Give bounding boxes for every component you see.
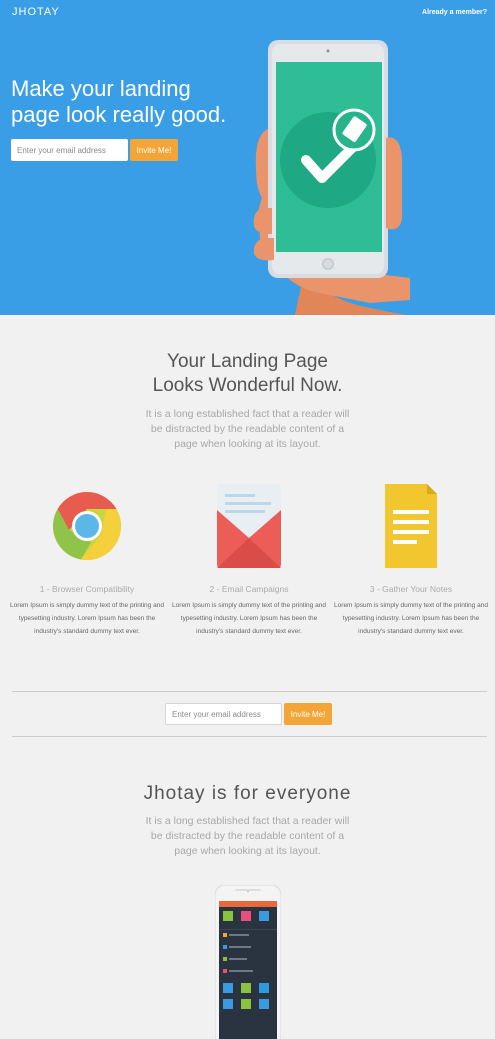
everyone-title: Jhotay is for everyone bbox=[143, 783, 352, 804]
hero-invite-button[interactable]: Invite Me! bbox=[130, 139, 178, 161]
feature-gather-notes: 3 - Gather Your Notes Lorem Ipsum is sim… bbox=[332, 480, 490, 638]
features-lead: It is a long established fact that a rea… bbox=[145, 408, 350, 450]
feature-title: 2 - Email Campaigns bbox=[209, 584, 289, 594]
feature-browser-compatibility: 1 - Browser Compatibility Lorem Ipsum is… bbox=[8, 480, 166, 638]
everyone-lead: It is a long established fact that a rea… bbox=[145, 815, 350, 857]
features-title-line2: Looks Wonderful Now. bbox=[152, 375, 343, 396]
feature-text: Lorem Ipsum is simply dummy text of the … bbox=[172, 602, 326, 635]
hero-email-input[interactable] bbox=[11, 139, 128, 161]
features-title-line1: Your Landing Page bbox=[167, 351, 328, 372]
mid-signup-form: Invite Me! bbox=[165, 703, 332, 725]
notes-icon bbox=[385, 484, 437, 568]
brand-logo[interactable]: JHOTAY bbox=[12, 6, 60, 18]
hand-phone-illustration bbox=[253, 40, 410, 315]
feature-title: 1 - Browser Compatibility bbox=[39, 584, 135, 594]
divider bbox=[12, 736, 487, 737]
phone-mockup-illustration bbox=[215, 885, 281, 1039]
email-icon bbox=[217, 484, 281, 568]
feature-title: 3 - Gather Your Notes bbox=[369, 584, 453, 594]
feature-text: Lorem Ipsum is simply dummy text of the … bbox=[334, 602, 488, 635]
divider bbox=[12, 691, 487, 692]
chrome-icon bbox=[53, 492, 121, 561]
features-title: Your Landing Page Looks Wonderful Now. bbox=[0, 350, 495, 398]
hero-headline: Make your landing page look really good. bbox=[11, 76, 227, 127]
mid-invite-button[interactable]: Invite Me! bbox=[284, 703, 332, 725]
hero-section: JHOTAY Already a member? Make your landi… bbox=[0, 0, 495, 315]
mid-email-input[interactable] bbox=[165, 703, 282, 725]
already-member-link[interactable]: Already a member? bbox=[422, 9, 487, 16]
hero-signup-form: Invite Me! bbox=[11, 139, 178, 161]
feature-email-campaigns: 2 - Email Campaigns Lorem Ipsum is simpl… bbox=[170, 480, 328, 638]
feature-text: Lorem Ipsum is simply dummy text of the … bbox=[10, 602, 164, 635]
